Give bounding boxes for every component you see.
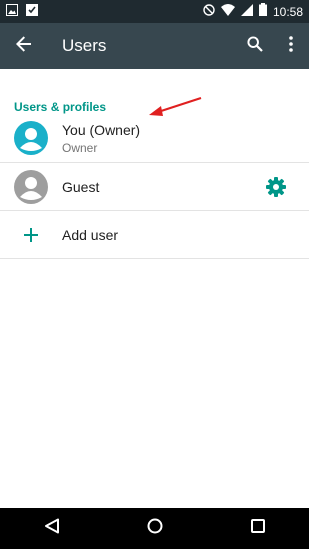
download-done-icon <box>26 3 38 21</box>
signal-icon <box>240 3 253 21</box>
guest-avatar-icon <box>14 169 48 204</box>
nav-home-button[interactable] <box>125 508 185 549</box>
status-bar: 10:58 <box>0 0 309 23</box>
owner-avatar-icon <box>14 121 48 155</box>
owner-name: You (Owner) <box>62 121 141 138</box>
battery-icon <box>258 2 267 21</box>
arrow-back-icon <box>16 35 32 57</box>
search-button[interactable] <box>237 23 273 69</box>
add-user-button[interactable]: Add user <box>0 211 309 258</box>
nav-bar <box>0 508 309 549</box>
back-button[interactable] <box>1 23 47 69</box>
home-circle-icon <box>147 518 163 539</box>
plus-icon <box>14 218 48 252</box>
user-row-owner[interactable]: You (Owner) Owner <box>0 114 309 162</box>
annotation-arrow <box>149 96 202 116</box>
do-not-disturb-icon <box>203 3 215 21</box>
nav-back-button[interactable] <box>22 508 82 549</box>
gear-icon[interactable] <box>265 176 287 198</box>
app-toolbar: Users <box>0 23 309 69</box>
user-row-guest[interactable]: Guest <box>0 163 309 210</box>
wifi-icon <box>220 3 235 21</box>
divider <box>0 258 309 259</box>
page-title: Users <box>62 36 107 55</box>
status-time: 10:58 <box>272 4 303 19</box>
search-icon <box>247 35 263 57</box>
owner-subtitle: Owner <box>62 140 98 155</box>
more-vert-icon <box>289 35 293 57</box>
nav-recents-button[interactable] <box>228 508 288 549</box>
overflow-menu-button[interactable] <box>273 23 309 69</box>
add-user-label: Add user <box>62 226 119 243</box>
back-triangle-icon <box>44 518 60 539</box>
guest-name: Guest <box>62 178 100 195</box>
recents-square-icon <box>250 519 265 538</box>
image-icon <box>6 3 18 21</box>
